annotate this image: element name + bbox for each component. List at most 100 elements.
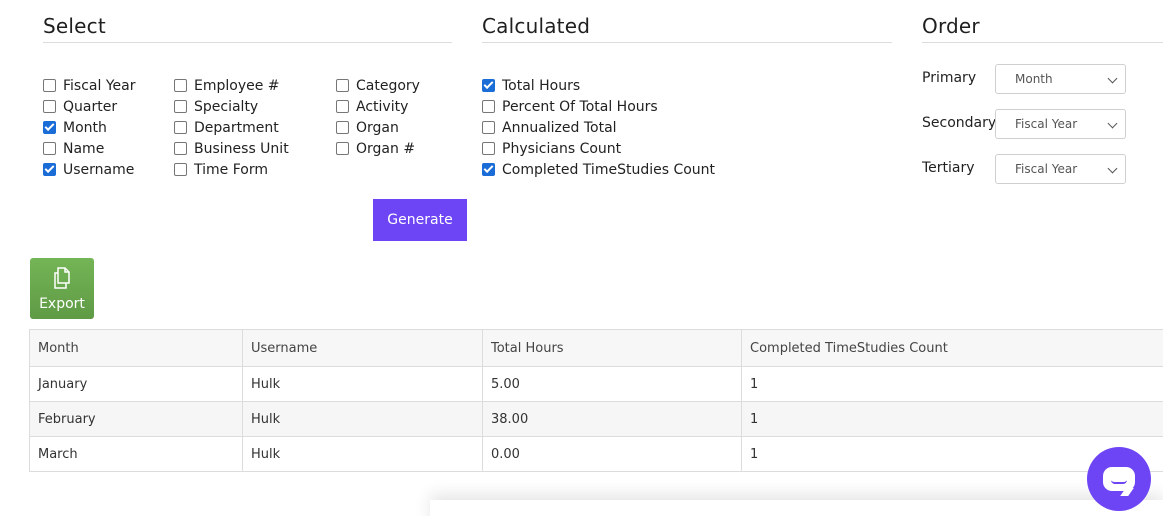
checkbox-box[interactable] bbox=[482, 100, 495, 113]
checkbox-box[interactable] bbox=[174, 121, 187, 134]
checkbox-label: Business Unit bbox=[194, 140, 289, 157]
export-label: Export bbox=[39, 296, 85, 312]
checkbox-time-form[interactable]: Time Form bbox=[174, 159, 289, 180]
checkbox-label: Physicians Count bbox=[502, 140, 622, 157]
secondary-select-value: Fiscal Year bbox=[1015, 117, 1078, 131]
checkbox-activity[interactable]: Activity bbox=[336, 96, 420, 117]
checkbox-completed-timestudies-count[interactable]: Completed TimeStudies Count bbox=[482, 159, 715, 180]
checkbox-label: Specialty bbox=[194, 98, 259, 115]
checkbox-box[interactable] bbox=[174, 79, 187, 92]
checkbox-organ[interactable]: Organ bbox=[336, 117, 420, 138]
checkbox-box[interactable] bbox=[336, 100, 349, 113]
bottom-shadow-panel bbox=[430, 500, 1163, 516]
primary-select-value: Month bbox=[1015, 72, 1053, 86]
checkbox-annualized-total[interactable]: Annualized Total bbox=[482, 117, 715, 138]
export-button[interactable]: Export bbox=[30, 258, 94, 319]
primary-label: Primary bbox=[922, 70, 977, 86]
generate-button[interactable]: Generate bbox=[373, 199, 467, 241]
checkbox-box[interactable] bbox=[174, 163, 187, 176]
checkbox-label: Total Hours bbox=[502, 77, 581, 94]
checkbox-box[interactable] bbox=[482, 163, 495, 176]
checkbox-label: Activity bbox=[356, 98, 409, 115]
order-section-title: Order bbox=[922, 14, 1163, 43]
tertiary-label: Tertiary bbox=[922, 160, 975, 176]
select-column-2: Employee # Specialty Department Business… bbox=[174, 75, 289, 180]
checkbox-box[interactable] bbox=[482, 79, 495, 92]
checkbox-label: Category bbox=[356, 77, 420, 94]
checkbox-box[interactable] bbox=[43, 142, 56, 155]
checkbox-box[interactable] bbox=[174, 100, 187, 113]
checkbox-label: Time Form bbox=[194, 161, 268, 178]
header-month[interactable]: Month bbox=[29, 329, 243, 367]
checkbox-box[interactable] bbox=[43, 100, 56, 113]
checkbox-fiscal-year[interactable]: Fiscal Year bbox=[43, 75, 135, 96]
primary-select[interactable]: Month bbox=[995, 64, 1126, 94]
checkbox-label: Completed TimeStudies Count bbox=[502, 161, 716, 178]
checkbox-label: Username bbox=[63, 161, 135, 178]
checkbox-business-unit[interactable]: Business Unit bbox=[174, 138, 289, 159]
checkbox-box[interactable] bbox=[43, 121, 56, 134]
table-cell: 0.00 bbox=[482, 436, 742, 472]
header-username[interactable]: Username bbox=[242, 329, 483, 367]
table-cell: Hulk bbox=[242, 436, 483, 472]
tertiary-select[interactable]: Fiscal Year bbox=[995, 154, 1126, 184]
checkbox-percent-of-total-hours[interactable]: Percent Of Total Hours bbox=[482, 96, 715, 117]
results-table: Month Username Total Hours Completed Tim… bbox=[29, 329, 1163, 472]
checkbox-label: Annualized Total bbox=[502, 119, 617, 136]
header-total-hours[interactable]: Total Hours bbox=[482, 329, 742, 367]
table-row: January Hulk 5.00 1 bbox=[29, 366, 1163, 402]
tertiary-select-value: Fiscal Year bbox=[1015, 162, 1078, 176]
checkbox-label: Month bbox=[63, 119, 107, 136]
secondary-label: Secondary bbox=[922, 115, 997, 131]
calculated-column: Total Hours Percent Of Total Hours Annua… bbox=[482, 75, 715, 180]
checkbox-label: Organ bbox=[356, 119, 399, 136]
checkbox-organ-number[interactable]: Organ # bbox=[336, 138, 420, 159]
chat-launcher-button[interactable] bbox=[1087, 447, 1151, 511]
checkbox-box[interactable] bbox=[336, 121, 349, 134]
checkbox-total-hours[interactable]: Total Hours bbox=[482, 75, 715, 96]
checkbox-month[interactable]: Month bbox=[43, 117, 135, 138]
table-cell: 1 bbox=[741, 366, 1163, 402]
select-column-3: Category Activity Organ Organ # bbox=[336, 75, 420, 159]
checkbox-box[interactable] bbox=[43, 79, 56, 92]
chevron-down-icon bbox=[1107, 118, 1118, 129]
secondary-select[interactable]: Fiscal Year bbox=[995, 109, 1126, 139]
checkbox-label: Department bbox=[194, 119, 279, 136]
table-cell: February bbox=[29, 401, 243, 437]
checkbox-box[interactable] bbox=[336, 142, 349, 155]
checkbox-username[interactable]: Username bbox=[43, 159, 135, 180]
chevron-down-icon bbox=[1107, 163, 1118, 174]
checkbox-box[interactable] bbox=[482, 142, 495, 155]
table-cell: Hulk bbox=[242, 401, 483, 437]
checkbox-label: Name bbox=[63, 140, 105, 157]
header-completed-timestudies-count[interactable]: Completed TimeStudies Count bbox=[741, 329, 1163, 367]
select-section-title: Select bbox=[43, 14, 452, 43]
checkbox-box[interactable] bbox=[43, 163, 56, 176]
copy-icon bbox=[49, 266, 75, 294]
calculated-section-title: Calculated bbox=[482, 14, 892, 43]
table-cell: 5.00 bbox=[482, 366, 742, 402]
table-cell: Hulk bbox=[242, 366, 483, 402]
table-cell: 1 bbox=[741, 401, 1163, 437]
checkbox-label: Fiscal Year bbox=[63, 77, 136, 94]
checkbox-box[interactable] bbox=[482, 121, 495, 134]
checkbox-box[interactable] bbox=[174, 142, 187, 155]
checkbox-quarter[interactable]: Quarter bbox=[43, 96, 135, 117]
table-cell: January bbox=[29, 366, 243, 402]
select-column-1: Fiscal Year Quarter Month Name Username bbox=[43, 75, 135, 180]
checkbox-label: Quarter bbox=[63, 98, 118, 115]
table-row: March Hulk 0.00 1 bbox=[29, 436, 1163, 472]
checkbox-box[interactable] bbox=[336, 79, 349, 92]
table-header-row: Month Username Total Hours Completed Tim… bbox=[29, 329, 1163, 367]
table-cell: March bbox=[29, 436, 243, 472]
checkbox-category[interactable]: Category bbox=[336, 75, 420, 96]
checkbox-physicians-count[interactable]: Physicians Count bbox=[482, 138, 715, 159]
checkbox-employee-number[interactable]: Employee # bbox=[174, 75, 289, 96]
table-cell: 38.00 bbox=[482, 401, 742, 437]
chat-icon bbox=[1103, 467, 1135, 491]
checkbox-specialty[interactable]: Specialty bbox=[174, 96, 289, 117]
checkbox-name[interactable]: Name bbox=[43, 138, 135, 159]
chevron-down-icon bbox=[1107, 73, 1118, 84]
checkbox-label: Employee # bbox=[194, 77, 280, 94]
checkbox-department[interactable]: Department bbox=[174, 117, 289, 138]
